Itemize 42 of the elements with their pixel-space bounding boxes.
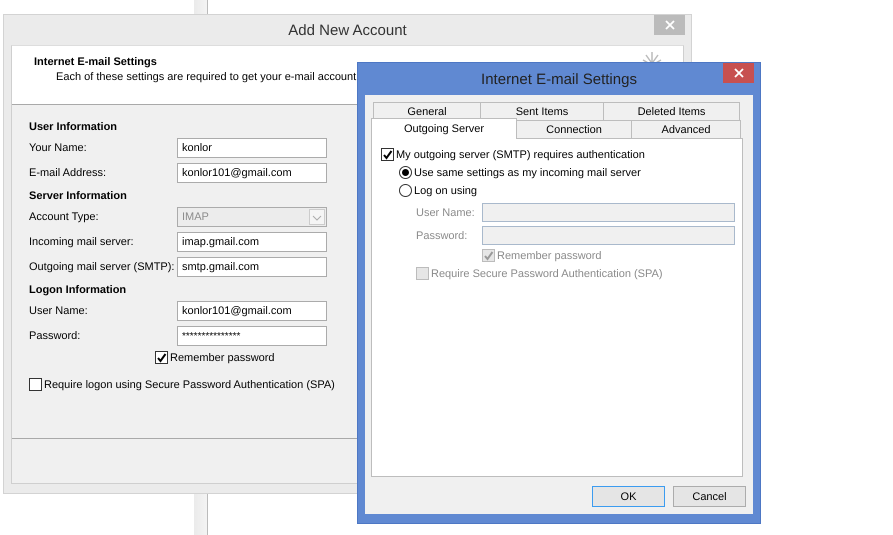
section-heading: Logon Information (29, 284, 126, 296)
input-field[interactable]: imap.gmail.com (177, 232, 327, 252)
field-label: User Name: (416, 206, 476, 218)
dialog-title: Internet E-mail Settings (481, 70, 637, 88)
checkbox[interactable] (155, 351, 168, 364)
input-field[interactable]: konlor101@gmail.com (177, 163, 327, 183)
checkbox-label: Require Secure Password Authentication (SPA) (431, 268, 663, 280)
field-label: Incoming mail server: (29, 236, 135, 248)
input-field[interactable]: smtp.gmail.com (177, 257, 327, 277)
header-subtitle: Each of these settings are required to get your e-mail account (56, 71, 356, 83)
tab[interactable]: Advanced (631, 120, 741, 138)
input-field[interactable]: konlor (177, 138, 327, 158)
checkbox-label: Remember password (497, 250, 602, 262)
checkbox[interactable] (29, 378, 42, 391)
field-label: Password: (416, 230, 468, 242)
field-label: Account Type: (29, 211, 100, 223)
close-icon (734, 68, 744, 78)
dialog-button[interactable]: OK (592, 486, 665, 507)
tab[interactable]: Outgoing Server (371, 118, 517, 139)
input-field[interactable]: konlor101@gmail.com (177, 301, 327, 321)
radio-label: Log on using (414, 184, 477, 196)
checkbox-label: Remember password (170, 352, 275, 364)
close-button[interactable] (723, 63, 754, 83)
field-label: Outgoing mail server (SMTP): (29, 261, 176, 273)
field-label: E-mail Address: (29, 167, 108, 179)
checkbox[interactable] (381, 148, 394, 161)
field-label: User Name: (29, 305, 89, 317)
password-field[interactable]: *************** (177, 326, 327, 346)
dialog-button[interactable]: Cancel (673, 486, 746, 507)
section-heading: User Information (29, 121, 118, 133)
radio-button[interactable] (399, 184, 412, 197)
close-icon (664, 20, 674, 30)
radio-button[interactable] (399, 166, 412, 179)
window-title: Add New Account (288, 22, 407, 38)
tab[interactable]: Deleted Items (603, 102, 740, 120)
field-label: Password: (29, 330, 82, 342)
section-heading: Server Information (29, 190, 127, 202)
header-title: Internet E-mail Settings (34, 56, 157, 68)
checkbox-label: My outgoing server (SMTP) requires authentication (396, 148, 645, 160)
field-label: Your Name: (29, 142, 88, 154)
checkbox-label: Require logon using Secure Password Authentication (SPA) (44, 378, 335, 390)
radio-label: Use same settings as my incoming mail server (414, 166, 641, 178)
